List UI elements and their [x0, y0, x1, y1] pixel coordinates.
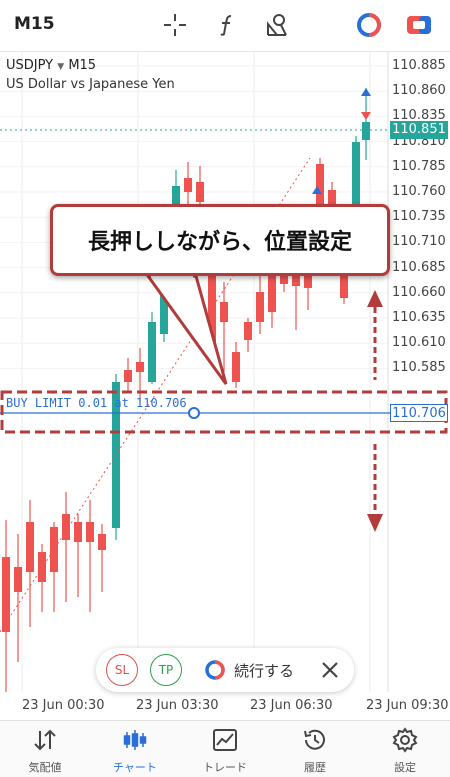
timeframe-button[interactable]: M15 — [14, 14, 55, 34]
nav-item-trade[interactable]: トレード — [180, 721, 270, 777]
order-drag-handle — [188, 407, 200, 419]
candle-body — [14, 567, 22, 592]
candle-body — [38, 552, 46, 582]
trade-icon — [210, 727, 240, 753]
continue-button[interactable]: 続行する — [234, 660, 294, 681]
chart-canvas[interactable] — [0, 52, 450, 720]
nav-label: 履歴 — [304, 761, 326, 774]
close-icon[interactable] — [314, 654, 346, 686]
candle-body — [362, 122, 370, 140]
time-label: 23 Jun 00:30 — [22, 698, 105, 713]
bottom-navigation: 気配値 チャート トレード 履歴 設定 — [0, 720, 450, 777]
continue-icon[interactable] — [204, 659, 226, 681]
chart-icon — [120, 727, 150, 753]
candle-body — [184, 178, 192, 192]
price-axis-label: 110.885 — [392, 58, 446, 73]
candle-body — [148, 322, 156, 382]
candle-body — [256, 292, 264, 322]
buy-limit-label[interactable]: BUY LIMIT 0.01 at 110.706 — [6, 396, 187, 410]
stop-loss-button[interactable]: SL — [106, 654, 138, 686]
nav-item-quotes[interactable]: 気配値 — [0, 721, 90, 777]
candle-body — [244, 322, 252, 340]
new-order-icon[interactable] — [404, 10, 434, 40]
symbol-description: US Dollar vs Japanese Yen — [6, 77, 175, 92]
candle-body — [124, 370, 132, 382]
price-axis-label: 110.585 — [392, 360, 446, 376]
chart-symbol: USDJPY ▼ M15 — [6, 58, 96, 73]
candle-body — [2, 557, 10, 632]
time-label: 23 Jun 06:30 — [250, 698, 333, 713]
time-label: 23 Jun 09:30 — [366, 698, 449, 713]
price-chart[interactable]: USDJPY ▼ M15 US Dollar vs Japanese Yen 1… — [0, 52, 450, 720]
move-down-arrow-head — [367, 514, 383, 532]
one-click-trading-icon[interactable] — [354, 10, 384, 40]
candle-body — [220, 302, 228, 322]
candle-body — [50, 527, 58, 572]
callout-text: 長押ししながら、位置設定 — [87, 230, 352, 255]
candle-body — [232, 352, 240, 382]
candle-body — [26, 522, 34, 572]
nav-label: 気配値 — [28, 761, 62, 774]
nav-item-chart[interactable]: チャート — [90, 721, 180, 777]
indicators-icon[interactable] — [212, 10, 242, 40]
settings-icon — [390, 727, 420, 753]
price-axis-label: 110.785 — [392, 158, 446, 174]
objects-icon[interactable] — [262, 10, 292, 40]
symbol-name: USDJPY — [6, 58, 54, 73]
nav-item-settings[interactable]: 設定 — [360, 721, 450, 777]
candle-body — [196, 182, 204, 202]
price-axis-label: 110.735 — [392, 209, 446, 225]
time-label: 23 Jun 03:30 — [136, 698, 219, 713]
top-toolbar: M15 — [0, 0, 450, 52]
current-price-tag: 110.851 — [390, 121, 448, 139]
symbol-timeframe: M15 — [68, 58, 97, 73]
history-icon — [300, 727, 330, 753]
price-axis-label: 110.660 — [392, 284, 446, 300]
price-axis-label: 110.610 — [392, 335, 446, 351]
symbol-dropdown-icon[interactable]: ▼ — [57, 62, 64, 72]
take-profit-button[interactable]: TP — [150, 654, 182, 686]
candle-body — [86, 522, 94, 542]
order-action-bar: SL TP 続行する — [96, 648, 354, 692]
price-axis-label: 110.635 — [392, 310, 446, 325]
nav-label: 設定 — [394, 761, 416, 774]
price-axis-label: 110.760 — [392, 184, 446, 199]
candle-body — [136, 362, 144, 372]
quotes-icon — [30, 727, 60, 753]
candle-body — [74, 522, 82, 542]
crosshair-icon[interactable] — [160, 10, 190, 40]
order-price-tag: 110.706 — [390, 404, 448, 422]
instruction-callout: 長押ししながら、位置設定 — [50, 204, 390, 276]
price-axis-label: 110.710 — [392, 234, 446, 250]
nav-label: トレード — [203, 761, 247, 774]
price-axis-label: 110.685 — [392, 259, 446, 275]
nav-label: チャート — [113, 761, 157, 774]
candle-body — [98, 534, 106, 550]
price-axis-label: 110.860 — [392, 83, 446, 99]
nav-item-history[interactable]: 履歴 — [270, 721, 360, 777]
